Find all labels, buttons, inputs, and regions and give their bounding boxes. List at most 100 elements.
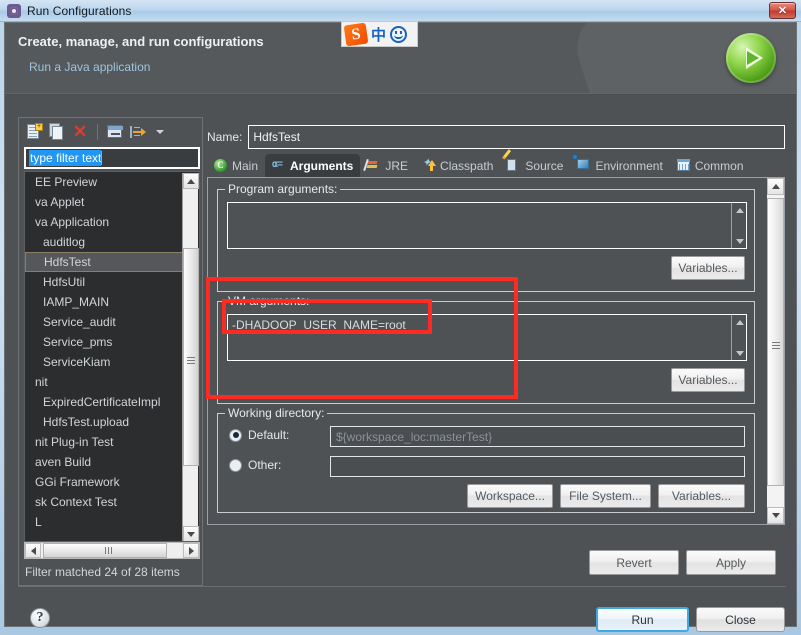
close-button[interactable]: Close	[696, 607, 785, 632]
program-arguments-variables-button[interactable]: Variables...	[671, 256, 745, 280]
scroll-thumb[interactable]	[767, 198, 784, 486]
scroll-up-arrow-icon[interactable]	[183, 173, 199, 189]
footer-divider	[18, 586, 786, 587]
tree-item[interactable]: HdfsTest.upload	[25, 412, 199, 432]
scroll-up-arrow-icon[interactable]	[732, 203, 747, 217]
vm-arguments-textarea[interactable]: -DHADOOP_USER_NAME=root	[227, 314, 747, 361]
tree-item[interactable]: Service_audit	[25, 312, 199, 332]
tab-arguments[interactable]: ⍺= Arguments	[265, 154, 361, 177]
dialog-body: Create, manage, and run configurations R…	[4, 22, 797, 632]
tree-item[interactable]: auditlog	[25, 232, 199, 252]
tree-filter-input[interactable]: type filter text	[24, 147, 200, 169]
scroll-up-arrow-icon[interactable]	[732, 315, 747, 329]
other-label: Other:	[248, 458, 282, 472]
editor-vertical-scrollbar[interactable]	[767, 178, 784, 524]
tree-item[interactable]: aven Build	[25, 452, 199, 472]
scroll-up-arrow-icon[interactable]	[767, 178, 784, 195]
scroll-down-arrow-icon[interactable]	[732, 234, 747, 248]
scroll-down-arrow-icon[interactable]	[732, 346, 747, 360]
working-directory-other-radio-row[interactable]: Other:	[229, 458, 281, 472]
radio-other[interactable]	[229, 458, 242, 472]
ime-language-mode[interactable]: 中	[371, 24, 386, 45]
default-label: Default:	[248, 428, 290, 442]
tree-vertical-scrollbar[interactable]	[182, 173, 199, 541]
tree-item[interactable]: Service_pms	[25, 332, 199, 352]
tab-main[interactable]: C Main	[207, 154, 265, 177]
tab-jre[interactable]: JRE	[360, 154, 415, 177]
tree-horizontal-scrollbar[interactable]	[24, 542, 200, 559]
tree-item[interactable]: EE Preview	[25, 172, 199, 192]
hscroll-thumb[interactable]	[43, 543, 167, 558]
configurations-tree[interactable]: EE Preview va Applet va Application auditlo…	[24, 171, 200, 542]
vm-arguments-variables-button[interactable]: Variables...	[671, 368, 745, 392]
vm-arguments-scrollbar[interactable]	[731, 315, 746, 360]
tree-item[interactable]: GGi Framework	[25, 472, 199, 492]
filter-icon[interactable]	[128, 122, 148, 142]
collapse-all-icon[interactable]	[105, 122, 125, 142]
working-directory-other-field[interactable]	[330, 456, 745, 477]
run-button[interactable]: Run	[596, 607, 689, 632]
scroll-thumb[interactable]	[183, 248, 199, 466]
name-input[interactable]: HdfsTest	[248, 125, 785, 149]
sogou-ime-toolbar[interactable]: S 中	[341, 21, 418, 47]
working-directory-default-field[interactable]: ${workspace_loc:masterTest}	[330, 426, 745, 447]
tree-item[interactable]: sk Context Test	[25, 492, 199, 512]
editor-tabbar: C Main ⍺= Arguments JRE ✦ Classpath Source Envir…	[207, 148, 785, 177]
tab-environment[interactable]: Environment	[570, 153, 669, 177]
arguments-tab-icon: ⍺=	[272, 159, 283, 171]
tree-item-selected[interactable]: HdfsTest	[25, 252, 199, 272]
tree-item[interactable]: HdfsUtil	[25, 272, 199, 292]
tree-item[interactable]: nit Plug-in Test	[25, 432, 199, 452]
tree-item[interactable]: va Application	[25, 212, 199, 232]
duplicate-configuration-icon[interactable]	[47, 122, 67, 142]
help-icon[interactable]: ?	[30, 608, 50, 628]
common-tab-icon	[676, 158, 691, 173]
tab-classpath[interactable]: ✦ Classpath	[415, 154, 500, 177]
chevron-down-icon[interactable]	[151, 122, 171, 142]
delete-configuration-icon[interactable]: ✕	[70, 122, 90, 142]
smiley-icon[interactable]	[390, 25, 408, 43]
apply-button[interactable]: Apply	[686, 550, 776, 575]
working-directory-default-radio-row[interactable]: Default:	[229, 428, 289, 442]
vm-arguments-legend: VM arguments:	[225, 294, 313, 308]
main-tab-icon: C	[214, 158, 228, 173]
tree-item[interactable]: IAMP_MAIN	[25, 292, 199, 312]
tree-item[interactable]: va Applet	[25, 192, 199, 212]
scroll-right-arrow-icon[interactable]	[183, 543, 199, 558]
tree-toolbar: + ✕	[19, 118, 202, 145]
jre-tab-icon	[363, 158, 381, 173]
tree-item[interactable]: ExpiredCertificateImpl	[25, 392, 199, 412]
toolbar-divider	[97, 123, 98, 140]
filter-status-text: Filter matched 24 of 28 items	[25, 565, 180, 579]
window-titlebar: Run Configurations ✕	[0, 0, 801, 22]
name-row: Name: HdfsTest	[207, 125, 785, 149]
working-directory-legend: Working directory:	[225, 406, 328, 420]
file-system-button[interactable]: File System...	[560, 484, 651, 508]
new-configuration-icon[interactable]: +	[24, 122, 44, 142]
tab-label: Common	[694, 158, 744, 173]
program-arguments-scrollbar[interactable]	[731, 203, 746, 248]
working-directory-variables-button[interactable]: Variables...	[658, 484, 745, 508]
revert-apply-row: Revert Apply	[207, 547, 785, 577]
workspace-button[interactable]: Workspace...	[467, 484, 553, 508]
revert-button[interactable]: Revert	[589, 550, 679, 575]
classpath-tab-icon: ✦	[422, 157, 437, 173]
tree-item[interactable]: ServiceKiam	[25, 352, 199, 372]
window-close-button[interactable]: ✕	[769, 2, 796, 19]
radio-default[interactable]	[229, 428, 242, 442]
tree-item[interactable]: L	[25, 512, 199, 532]
tab-label: Arguments	[290, 158, 354, 173]
window-title: Run Configurations	[27, 3, 132, 18]
program-arguments-textarea[interactable]	[227, 202, 747, 249]
tab-source[interactable]: Source	[500, 148, 570, 177]
vm-arguments-value: -DHADOOP_USER_NAME=root	[232, 318, 406, 332]
scroll-down-arrow-icon[interactable]	[767, 507, 784, 524]
scroll-down-arrow-icon[interactable]	[183, 526, 199, 541]
tab-label: JRE	[385, 158, 409, 173]
tree-item[interactable]: nit	[25, 372, 199, 392]
working-directory-group: Working directory: Default: ${workspace_…	[217, 406, 755, 513]
tab-label: Classpath	[440, 158, 494, 173]
tab-common[interactable]: Common	[670, 154, 751, 177]
scroll-left-arrow-icon[interactable]	[25, 543, 41, 558]
tab-label: Environment	[595, 158, 663, 173]
